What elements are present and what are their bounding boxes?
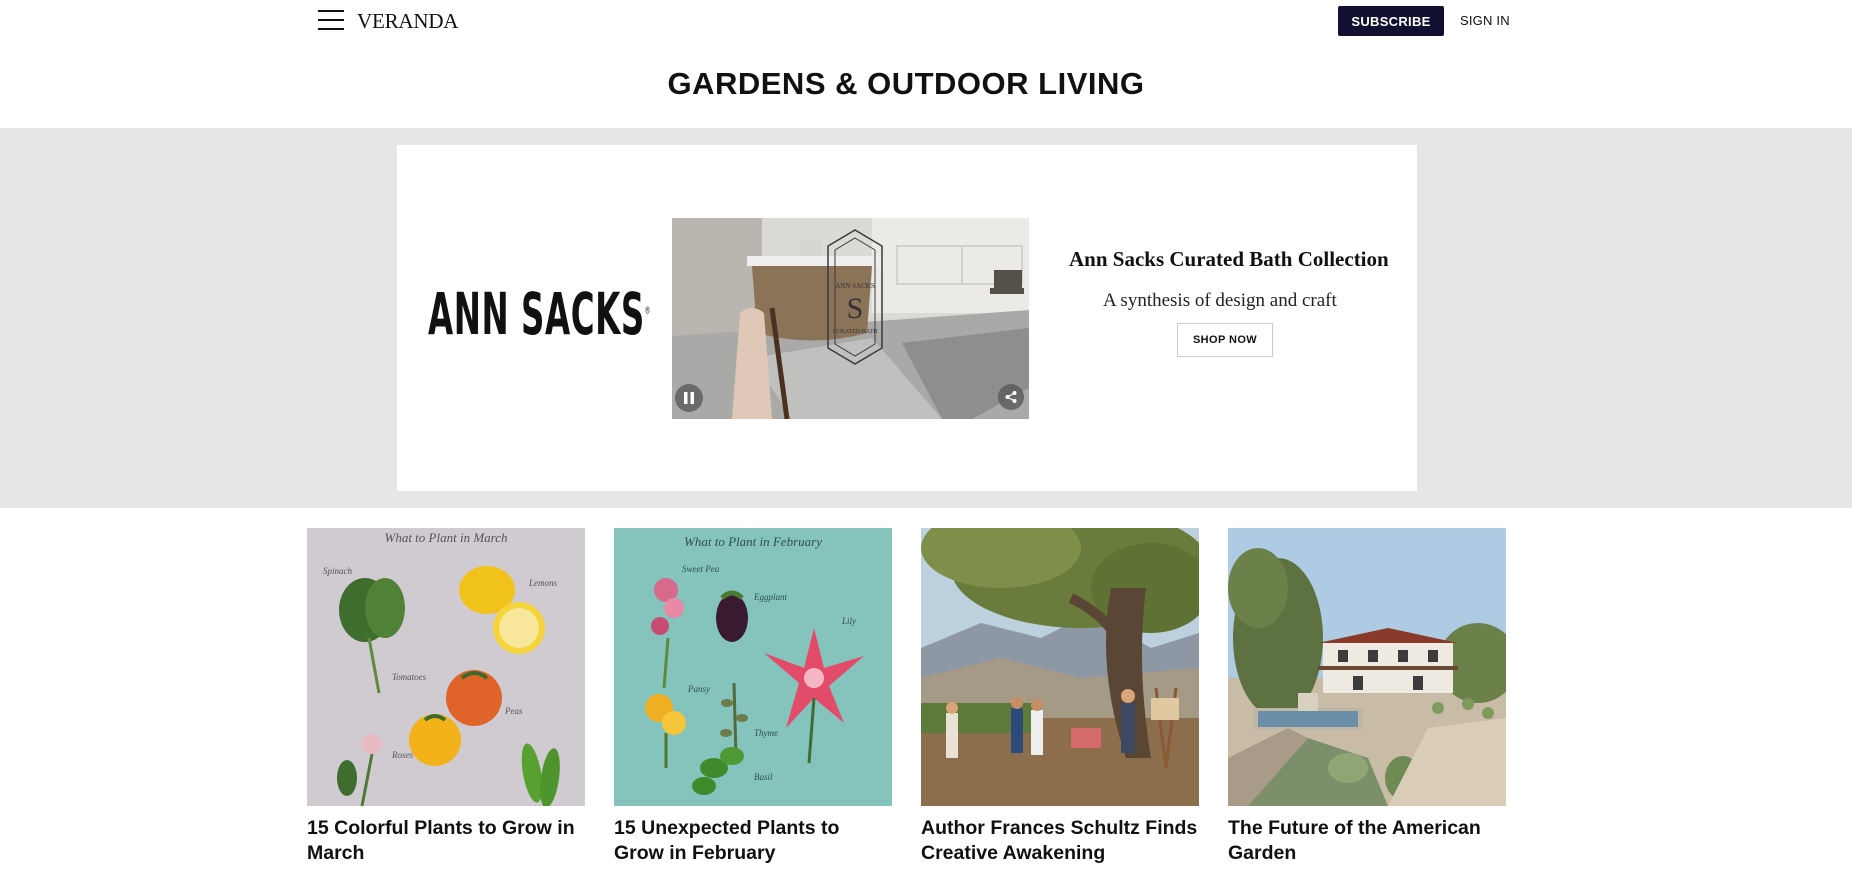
ad-subheadline: A synthesis of design and craft [1103, 290, 1337, 311]
pause-icon[interactable] [675, 384, 703, 412]
image-caption: What to Plant in February [684, 534, 822, 549]
image-label: Eggplant [753, 592, 787, 602]
image-label: Spinach [323, 566, 352, 576]
article-card[interactable]: What to Plant in March Spinach Lemons To… [307, 528, 585, 866]
shop-now-button[interactable]: SHOP NOW [1177, 323, 1273, 357]
article-thumbnail[interactable]: What to Plant in February Sweet Pea Eggp… [614, 528, 892, 806]
ad-image-emblem-sub: CURATED BATH [833, 329, 879, 335]
ad-bathroom-image[interactable]: ANN SACKS S CURATED BATH [672, 218, 1029, 419]
article-thumbnail[interactable] [1228, 528, 1506, 806]
article-title[interactable]: 15 Colorful Plants to Grow in March [307, 816, 585, 866]
sign-in-link[interactable]: SIGN IN [1460, 13, 1510, 28]
march-plants-image: What to Plant in March Spinach Lemons To… [307, 528, 585, 806]
hamburger-menu-icon[interactable] [318, 8, 344, 32]
page-title: GARDENS & OUTDOOR LIVING [667, 66, 1145, 101]
ad-brand-logo[interactable]: ANN SACKS® [428, 280, 651, 348]
article-title[interactable]: Author Frances Schultz Finds Creative Aw… [921, 816, 1199, 866]
image-label: Tomatoes [392, 672, 427, 682]
image-label: Thyme [754, 728, 778, 738]
article-card[interactable]: Author Frances Schultz Finds Creative Aw… [921, 528, 1199, 866]
article-card[interactable]: What to Plant in February Sweet Pea Eggp… [614, 528, 892, 866]
image-label: Lemons [528, 578, 557, 588]
bathroom-illustration: ANN SACKS S CURATED BATH [672, 218, 1029, 419]
svg-text:S: S [847, 292, 864, 325]
image-label: Peas [504, 706, 523, 716]
registered-mark: ® [644, 305, 651, 317]
article-title[interactable]: 15 Unexpected Plants to Grow in February [614, 816, 892, 866]
article-title[interactable]: The Future of the American Garden [1228, 816, 1506, 866]
ad-image-emblem: ANN SACKS [835, 282, 875, 290]
image-label: Basil [754, 772, 773, 782]
article-thumbnail[interactable] [921, 528, 1199, 806]
image-label: Roses [391, 750, 413, 760]
image-label: Pansy [687, 684, 710, 694]
ad-brand-text: ANN SACKS [428, 280, 645, 348]
image-label: Lily [841, 616, 856, 626]
article-card[interactable]: The Future of the American Garden [1228, 528, 1506, 866]
site-logo[interactable]: VERANDA [357, 9, 458, 34]
image-caption: What to Plant in March [384, 530, 507, 545]
february-plants-image: What to Plant in February Sweet Pea Eggp… [614, 528, 892, 806]
american-garden-image [1228, 528, 1506, 806]
ad-headline[interactable]: Ann Sacks Curated Bath Collection [1069, 247, 1389, 272]
subscribe-button[interactable]: SUBSCRIBE [1338, 6, 1444, 36]
top-navigation: VERANDA SUBSCRIBE SIGN IN [0, 0, 1852, 42]
article-thumbnail[interactable]: What to Plant in March Spinach Lemons To… [307, 528, 585, 806]
share-icon[interactable] [998, 384, 1024, 410]
painters-under-oak-image [921, 528, 1199, 806]
image-label: Sweet Pea [682, 564, 720, 574]
